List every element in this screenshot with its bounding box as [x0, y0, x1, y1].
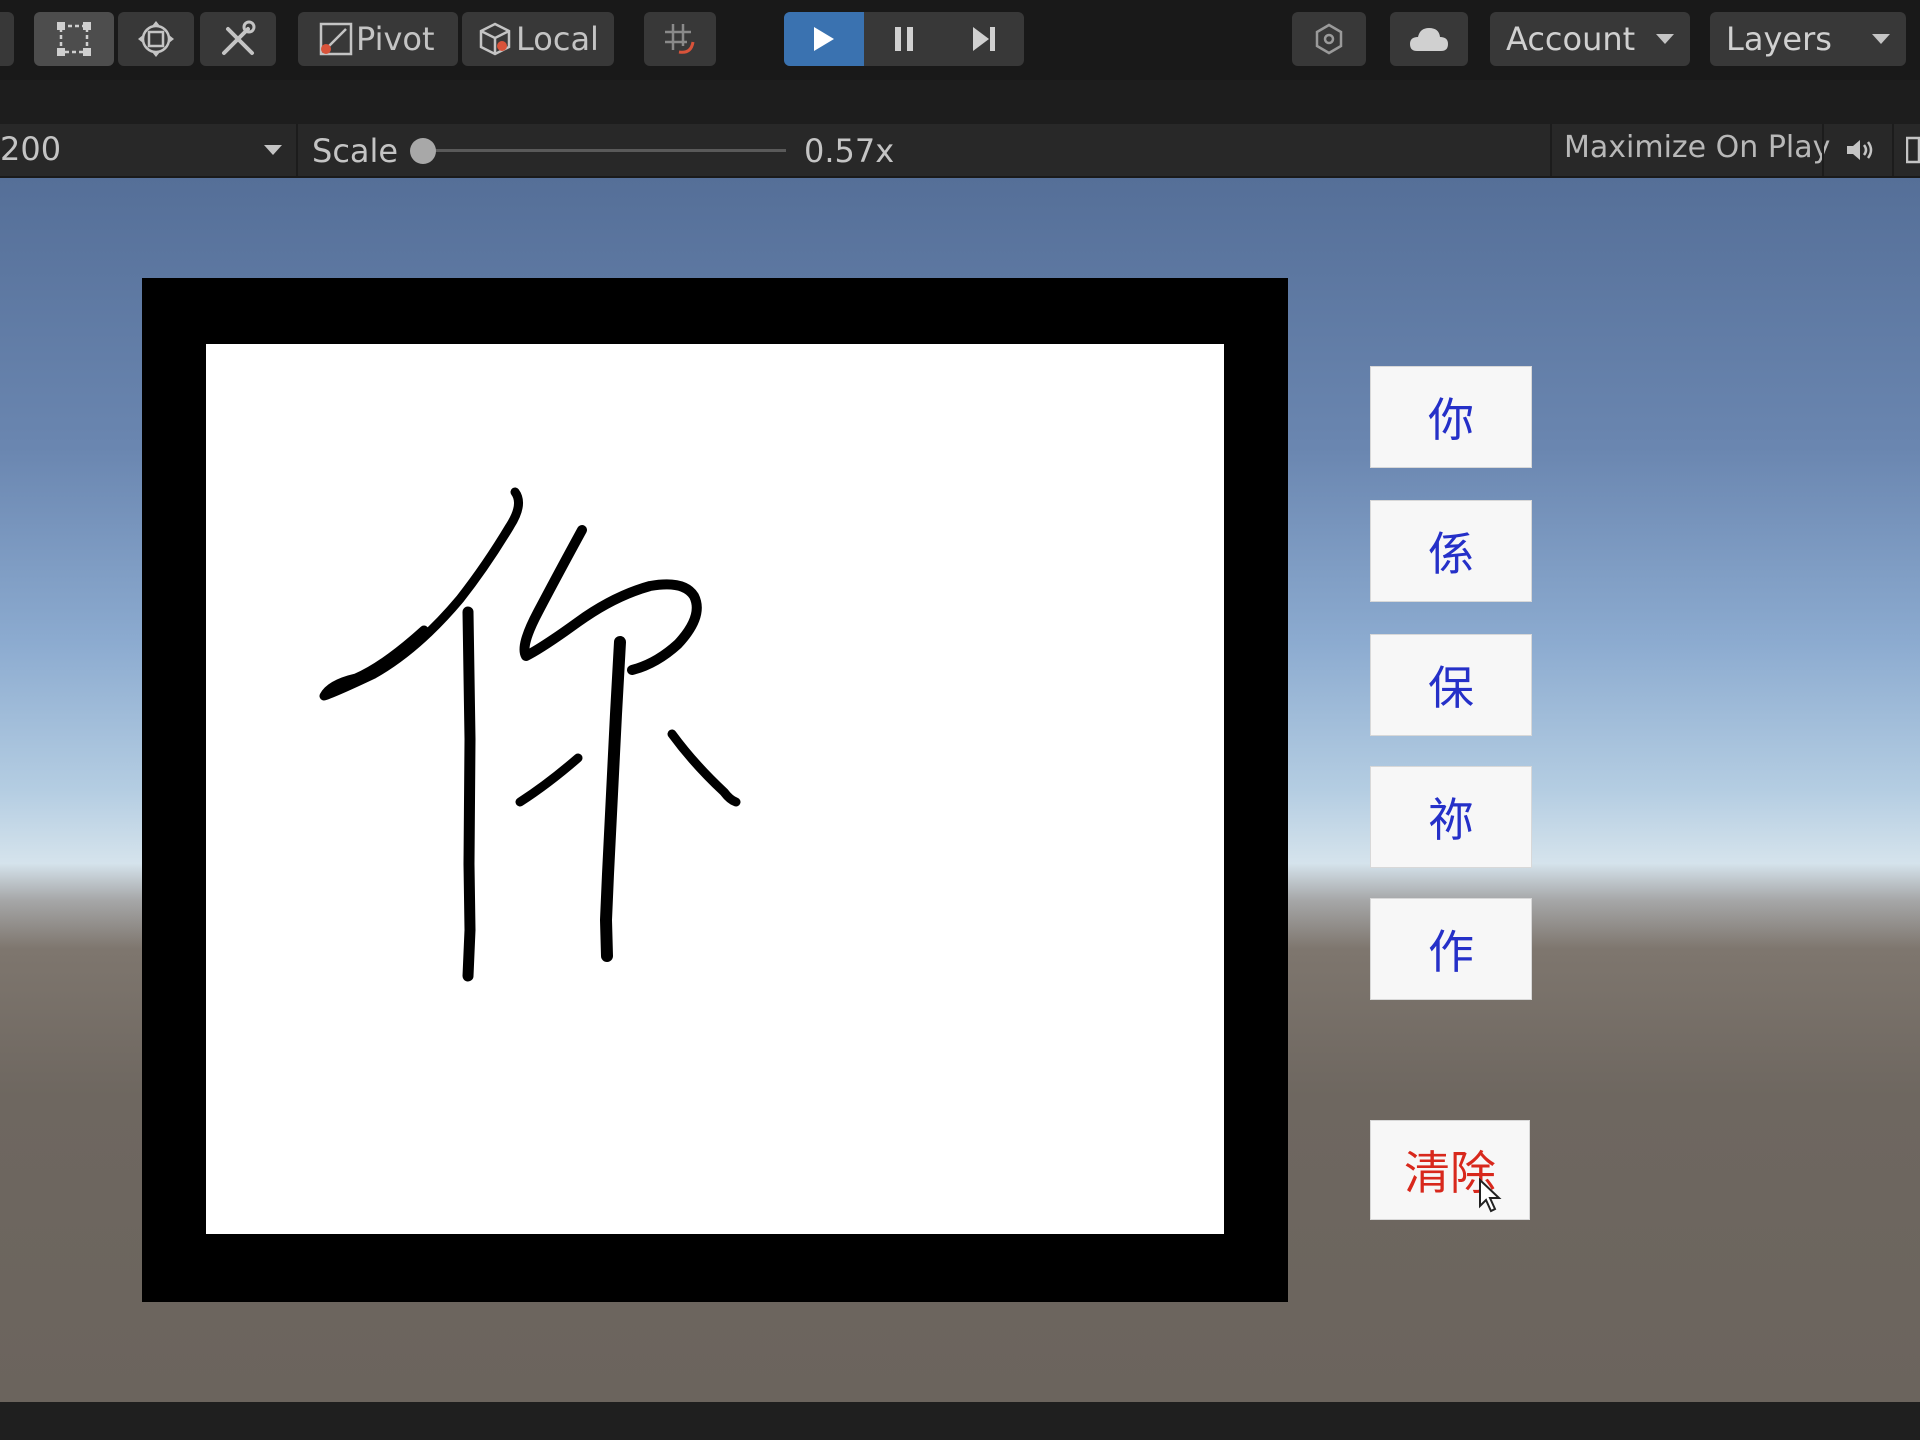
- divider: [296, 124, 298, 176]
- candidate-button[interactable]: 保: [1370, 634, 1532, 736]
- stats-icon[interactable]: [1906, 136, 1920, 164]
- layers-dropdown[interactable]: Layers: [1710, 12, 1906, 66]
- clear-button[interactable]: 清除: [1370, 1120, 1530, 1220]
- stroke: [600, 636, 626, 962]
- collab-button[interactable]: [1292, 12, 1366, 66]
- divider: [1822, 124, 1824, 176]
- maximize-on-play-toggle[interactable]: Maximize On Play: [1564, 130, 1830, 165]
- grid-snap-icon: [665, 24, 695, 54]
- hand-tool-icon: [0, 24, 2, 54]
- pivot-label: Pivot: [356, 20, 435, 58]
- candidate-button[interactable]: 係: [1370, 500, 1532, 602]
- game-viewport: 你 係 保 祢 作 清除: [0, 178, 1920, 1402]
- transform-tool-button[interactable]: [118, 12, 194, 66]
- audio-mute-icon[interactable]: [1844, 136, 1876, 164]
- candidate-label: 保: [1428, 661, 1474, 715]
- transform-tool-icon: [138, 21, 174, 57]
- collab-icon: [1315, 23, 1343, 55]
- cloud-icon: [1410, 28, 1448, 51]
- account-dropdown[interactable]: Account: [1490, 12, 1690, 66]
- divider: [1550, 124, 1552, 176]
- pivot-toggle[interactable]: Pivot: [298, 12, 458, 66]
- layers-label: Layers: [1726, 20, 1832, 58]
- step-button[interactable]: [944, 12, 1024, 66]
- candidate-button[interactable]: 你: [1370, 366, 1532, 468]
- candidate-label: 作: [1428, 925, 1474, 979]
- cloud-button[interactable]: [1390, 12, 1468, 66]
- tools-icon: [222, 20, 256, 55]
- play-button[interactable]: [784, 12, 864, 66]
- stroke: [515, 753, 583, 807]
- candidate-button[interactable]: 祢: [1370, 766, 1532, 868]
- rect-tool-button[interactable]: [34, 12, 114, 66]
- step-icon: [973, 27, 995, 51]
- drawing-board-frame: [142, 278, 1288, 1302]
- pause-icon: [895, 27, 913, 51]
- bottom-panel-edge: [0, 1402, 1920, 1440]
- stroke: [667, 729, 741, 807]
- scale-slider-track[interactable]: [420, 149, 786, 152]
- custom-tools-button[interactable]: [200, 12, 276, 66]
- game-view-bar: 200 Scale 0.57x Maximize On Play: [0, 124, 1920, 178]
- handwriting-strokes: [319, 487, 741, 982]
- resolution-dropdown[interactable]: 200: [0, 130, 61, 168]
- stroke: [519, 525, 702, 675]
- hand-tool-button[interactable]: [0, 12, 14, 66]
- account-label: Account: [1506, 20, 1636, 58]
- toolbar-divider: [0, 80, 1920, 124]
- stroke: [462, 606, 476, 982]
- scale-slider-handle[interactable]: [410, 138, 436, 164]
- local-toggle[interactable]: Local: [462, 12, 614, 66]
- mouse-cursor-icon: [1479, 1178, 1502, 1213]
- stroke: [319, 487, 524, 701]
- main-toolbar: Pivot Local Account Layers: [0, 0, 1920, 80]
- local-label: Local: [516, 20, 599, 58]
- playback-controls: [784, 12, 1024, 66]
- rect-tool-icon: [57, 22, 91, 56]
- play-icon: [814, 27, 834, 51]
- candidate-button[interactable]: 作: [1370, 898, 1532, 1000]
- candidate-label: 係: [1428, 527, 1474, 581]
- scale-label: Scale: [312, 132, 399, 170]
- pivot-icon: [319, 22, 353, 56]
- grid-snapping-button[interactable]: [644, 12, 716, 66]
- chevron-down-icon: [1872, 34, 1890, 44]
- scale-value: 0.57x: [804, 132, 895, 170]
- local-cube-icon: [479, 22, 511, 56]
- candidate-label: 你: [1428, 393, 1474, 447]
- candidate-label: 祢: [1428, 793, 1474, 847]
- pause-button[interactable]: [864, 12, 944, 66]
- divider: [1892, 124, 1894, 176]
- drawing-canvas[interactable]: [206, 344, 1224, 1234]
- chevron-down-icon: [1656, 34, 1674, 44]
- chevron-down-icon[interactable]: [264, 145, 282, 155]
